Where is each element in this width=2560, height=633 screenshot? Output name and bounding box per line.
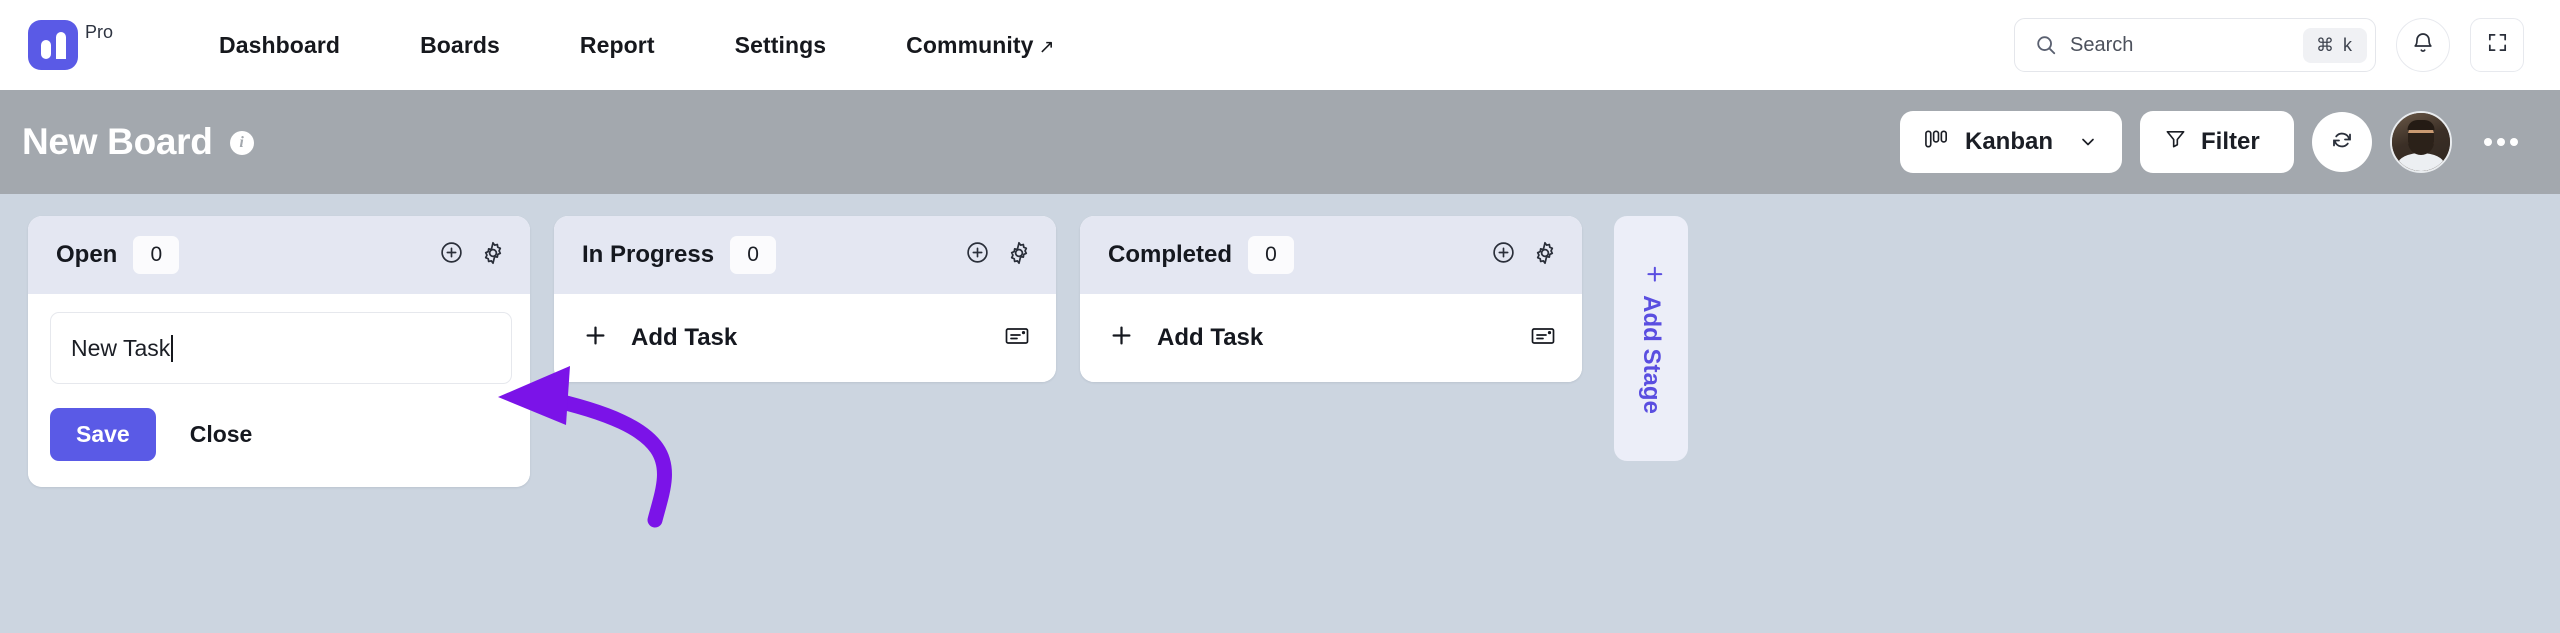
kanban-logo-icon — [28, 20, 78, 70]
column-header-actions — [1491, 240, 1558, 271]
board-title-text: New Board — [22, 121, 213, 162]
column-body: Add Task — [1080, 294, 1582, 382]
board-header-bar: New Board i Kanban Filter — [0, 90, 2560, 194]
brand-logo[interactable]: Pro — [28, 20, 113, 70]
user-avatar[interactable] — [2390, 111, 2452, 173]
logo-bar-left — [40, 40, 51, 59]
column-body: New Task Save Close — [28, 294, 530, 487]
nav-item-settings[interactable]: Settings — [695, 22, 867, 69]
add-task-button[interactable]: Add Task — [554, 294, 1056, 382]
new-task-value: New Task — [71, 334, 171, 361]
avatar-hair — [2407, 120, 2435, 130]
more-options-button[interactable] — [2470, 128, 2526, 156]
avatar-shirt — [2398, 153, 2444, 171]
column-title: In Progress — [582, 241, 715, 268]
logo-bar-right — [55, 32, 66, 59]
more-options-icon — [2484, 138, 2492, 146]
nav-label: Settings — [734, 31, 827, 58]
plus-circle-icon[interactable] — [439, 240, 464, 270]
column-count-badge: 0 — [133, 236, 180, 274]
column-title: Completed — [1108, 241, 1233, 268]
gear-icon[interactable] — [480, 240, 506, 271]
page-title: New Board i — [22, 121, 254, 163]
view-selector-kanban[interactable]: Kanban — [1900, 111, 2122, 173]
plus-icon — [582, 322, 609, 354]
search-icon — [2035, 34, 2057, 56]
add-stage-label: Add Stage — [1638, 295, 1665, 414]
bell-icon — [2411, 31, 2435, 60]
column-count-badge: 0 — [730, 236, 777, 274]
refresh-button[interactable] — [2312, 112, 2372, 172]
column-title: Open — [56, 241, 118, 268]
fullscreen-icon — [2486, 31, 2509, 59]
column-body: Add Task — [554, 294, 1056, 382]
add-task-label: Add Task — [631, 324, 738, 351]
board-column-open: Open 0 New Task Save Close — [28, 216, 530, 487]
top-navigation-bar: Pro Dashboard Boards Report Settings Com… — [0, 0, 2560, 90]
gear-icon[interactable] — [1532, 240, 1558, 271]
notifications-button[interactable] — [2396, 18, 2450, 72]
nav-item-boards[interactable]: Boards — [380, 22, 540, 69]
main-nav: Dashboard Boards Report Settings Communi… — [179, 22, 1095, 69]
refresh-icon — [2330, 128, 2354, 157]
search-input[interactable]: Search ⌘ k — [2014, 18, 2376, 72]
column-header: Open 0 — [28, 216, 530, 294]
add-stage-inner: Add Stage — [1637, 263, 1666, 414]
chevron-down-icon — [2078, 132, 2098, 152]
add-task-button[interactable]: Add Task — [1080, 294, 1582, 382]
board-column-completed: Completed 0 Add Task — [1080, 216, 1582, 382]
nav-label: Boards — [420, 31, 500, 58]
text-cursor — [171, 334, 174, 362]
nav-label: Report — [579, 31, 655, 58]
card-template-icon[interactable] — [1004, 324, 1032, 353]
search-placeholder: Search — [2070, 33, 2134, 56]
plan-badge: Pro — [85, 22, 114, 42]
kanban-view-icon — [1924, 127, 1951, 158]
nav-item-report[interactable]: Report — [540, 22, 695, 69]
plus-circle-icon[interactable] — [965, 240, 990, 270]
column-header: In Progress 0 — [554, 216, 1056, 294]
add-stage-button[interactable]: Add Stage — [1614, 216, 1688, 461]
close-button[interactable]: Close — [180, 408, 263, 461]
kanban-board: Open 0 New Task Save Close In Progress 0… — [0, 194, 2560, 633]
new-task-actions: Save Close — [50, 408, 510, 461]
fullscreen-button[interactable] — [2470, 18, 2524, 72]
nav-item-community[interactable]: Community ↗ — [866, 22, 1094, 69]
nav-item-dashboard[interactable]: Dashboard — [179, 22, 380, 69]
column-header: Completed 0 — [1080, 216, 1582, 294]
card-template-icon[interactable] — [1530, 324, 1558, 353]
view-selector-label: Kanban — [1965, 128, 2054, 155]
filter-icon — [2164, 127, 2187, 157]
new-task-editor: New Task Save Close — [28, 294, 530, 487]
external-link-icon: ↗ — [1038, 36, 1055, 58]
column-header-actions — [965, 240, 1032, 271]
filter-button[interactable]: Filter — [2140, 111, 2294, 173]
info-icon[interactable]: i — [229, 131, 254, 155]
board-column-in-progress: In Progress 0 Add Task — [554, 216, 1056, 382]
board-actions: Kanban Filter — [1900, 111, 2526, 173]
plus-circle-icon[interactable] — [1491, 240, 1516, 270]
nav-label: Dashboard — [219, 31, 341, 58]
add-task-label: Add Task — [1157, 324, 1264, 351]
nav-right-actions: Search ⌘ k — [2014, 18, 2524, 72]
search-shortcut-badge: ⌘ k — [2302, 27, 2367, 63]
save-button[interactable]: Save — [50, 408, 156, 461]
filter-label: Filter — [2201, 128, 2260, 155]
gear-icon[interactable] — [1006, 240, 1032, 271]
column-count-badge: 0 — [1248, 236, 1295, 274]
plus-icon — [1637, 263, 1666, 285]
plus-icon — [1108, 322, 1135, 354]
new-task-input[interactable]: New Task — [50, 312, 512, 384]
column-header-actions — [439, 240, 506, 271]
nav-label: Community — [906, 31, 1034, 58]
